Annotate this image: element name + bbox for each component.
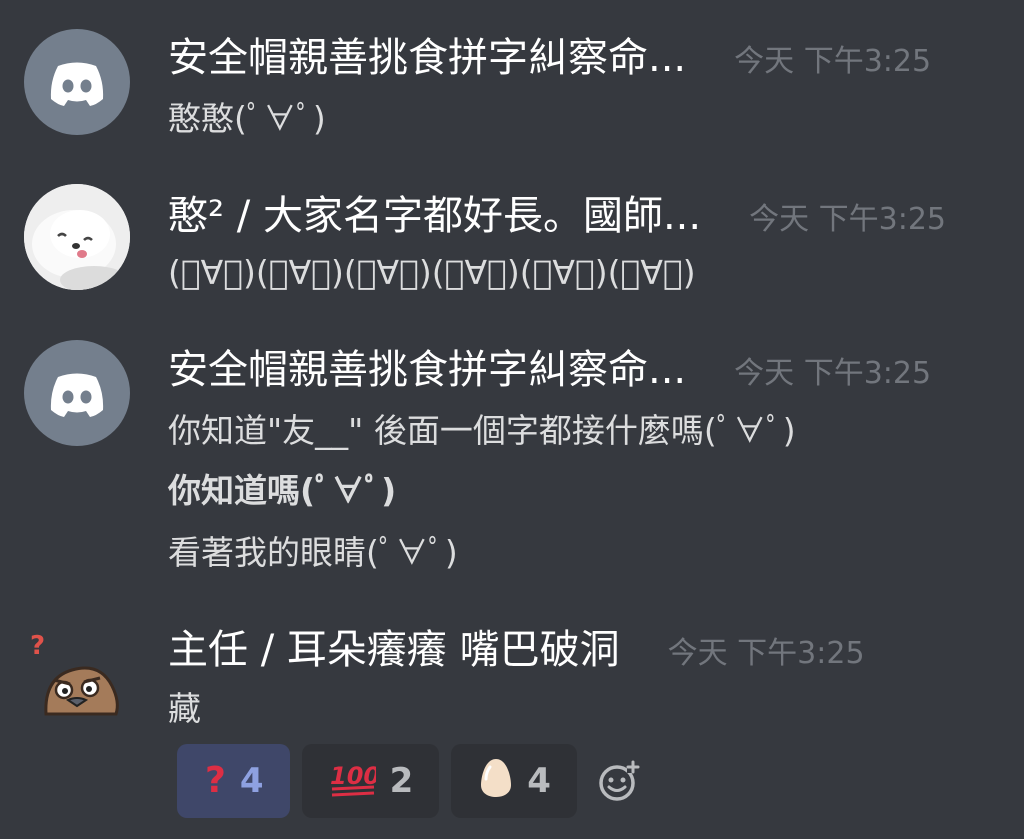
message-text: (ﾟ∀ﾟ)(ﾟ∀ﾟ)(ﾟ∀ﾟ)(ﾟ∀ﾟ)(ﾟ∀ﾟ)(ﾟ∀ﾟ): [168, 253, 696, 292]
confused-bird-icon: ?: [30, 631, 119, 716]
add-emoji-icon: [599, 760, 640, 801]
svg-text:?: ?: [30, 631, 45, 661]
add-reaction-button[interactable]: [589, 744, 649, 818]
reaction-count: 4: [239, 761, 264, 801]
reaction-egg[interactable]: 4: [451, 744, 577, 818]
reaction-hundred[interactable]: 100 2: [301, 744, 440, 818]
chat-message-list: 安全帽親善挑食拼字糾察命... 今天 下午3:25 憨憨(ﾟ∀ﾟ) 憨² / 大家…: [0, 0, 1024, 839]
reaction-bar: ? 4 100 2 4: [177, 744, 649, 818]
message-text: 你知道嗎(ﾟ∀ﾟ): [168, 471, 397, 510]
message-header: 主任 / 耳朵癢癢 嘴巴破洞 今天 下午3:25: [168, 630, 865, 670]
reaction-count: 2: [389, 761, 414, 801]
message-header: 憨² / 大家名字都好長。國師... 今天 下午3:25: [168, 196, 946, 236]
timestamp: 今天 下午3:25: [667, 636, 865, 671]
timestamp: 今天 下午3:25: [749, 202, 946, 237]
reaction-question[interactable]: ? 4: [177, 744, 290, 818]
discord-logo-icon: [50, 373, 104, 417]
seal-avatar-icon: [24, 184, 130, 290]
question-mark-icon: ?: [205, 760, 226, 801]
message-header: 安全帽親善挑食拼字糾察命... 今天 下午3:25: [168, 350, 931, 390]
reaction-count: 4: [527, 761, 551, 801]
egg-icon: [479, 757, 513, 806]
username[interactable]: 安全帽親善挑食拼字糾察命...: [168, 347, 686, 393]
message-text: 看著我的眼睛(ﾟ∀ﾟ): [168, 533, 458, 572]
message-text: 藏: [168, 689, 201, 728]
username[interactable]: 安全帽親善挑食拼字糾察命...: [168, 35, 686, 81]
timestamp: 今天 下午3:25: [734, 44, 932, 79]
avatar[interactable]: [24, 340, 130, 446]
timestamp: 今天 下午3:25: [734, 356, 932, 391]
message-text: 你知道"友__" 後面一個字都接什麼嗎(ﾟ∀ﾟ): [168, 411, 796, 450]
avatar[interactable]: ?: [24, 630, 130, 736]
avatar[interactable]: [24, 184, 130, 290]
discord-logo-icon: [50, 62, 104, 106]
avatar[interactable]: [24, 29, 130, 135]
message-text: 憨憨(ﾟ∀ﾟ): [168, 99, 326, 138]
hundred-points-icon: 100: [330, 758, 380, 805]
username[interactable]: 主任 / 耳朵癢癢 嘴巴破洞: [168, 627, 620, 673]
username[interactable]: 憨² / 大家名字都好長。國師...: [168, 193, 701, 239]
message-header: 安全帽親善挑食拼字糾察命... 今天 下午3:25: [168, 38, 931, 78]
